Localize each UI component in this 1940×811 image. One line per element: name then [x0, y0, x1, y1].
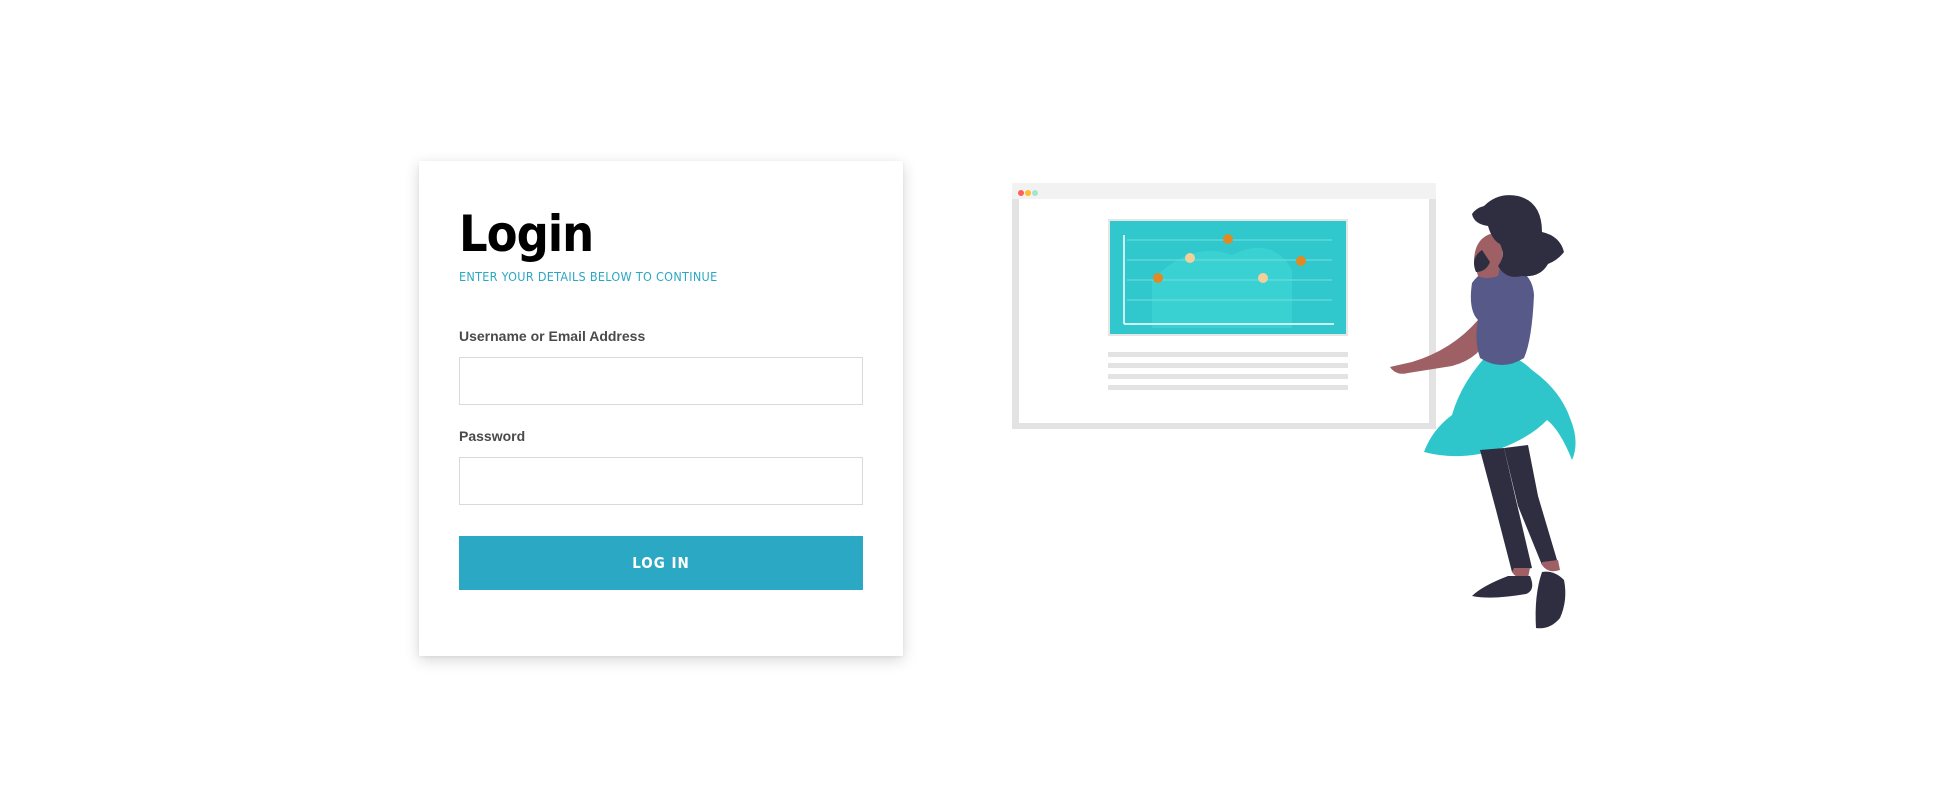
login-button[interactable]: LOG IN	[459, 536, 863, 590]
username-label: Username or Email Address	[459, 328, 646, 344]
window-maximize-dot	[1032, 190, 1038, 196]
presentation-illustration	[1012, 183, 1576, 629]
login-subtitle: ENTER YOUR DETAILS BELOW TO CONTINUE	[459, 269, 718, 284]
password-label: Password	[459, 428, 526, 444]
username-input[interactable]	[459, 357, 863, 405]
password-input[interactable]	[459, 457, 863, 505]
login-card: Login ENTER YOUR DETAILS BELOW TO CONTIN…	[419, 161, 903, 656]
screen-chart	[1108, 219, 1348, 336]
login-title: Login	[459, 205, 594, 263]
window-close-dot	[1018, 190, 1024, 196]
window-minimize-dot	[1025, 190, 1031, 196]
